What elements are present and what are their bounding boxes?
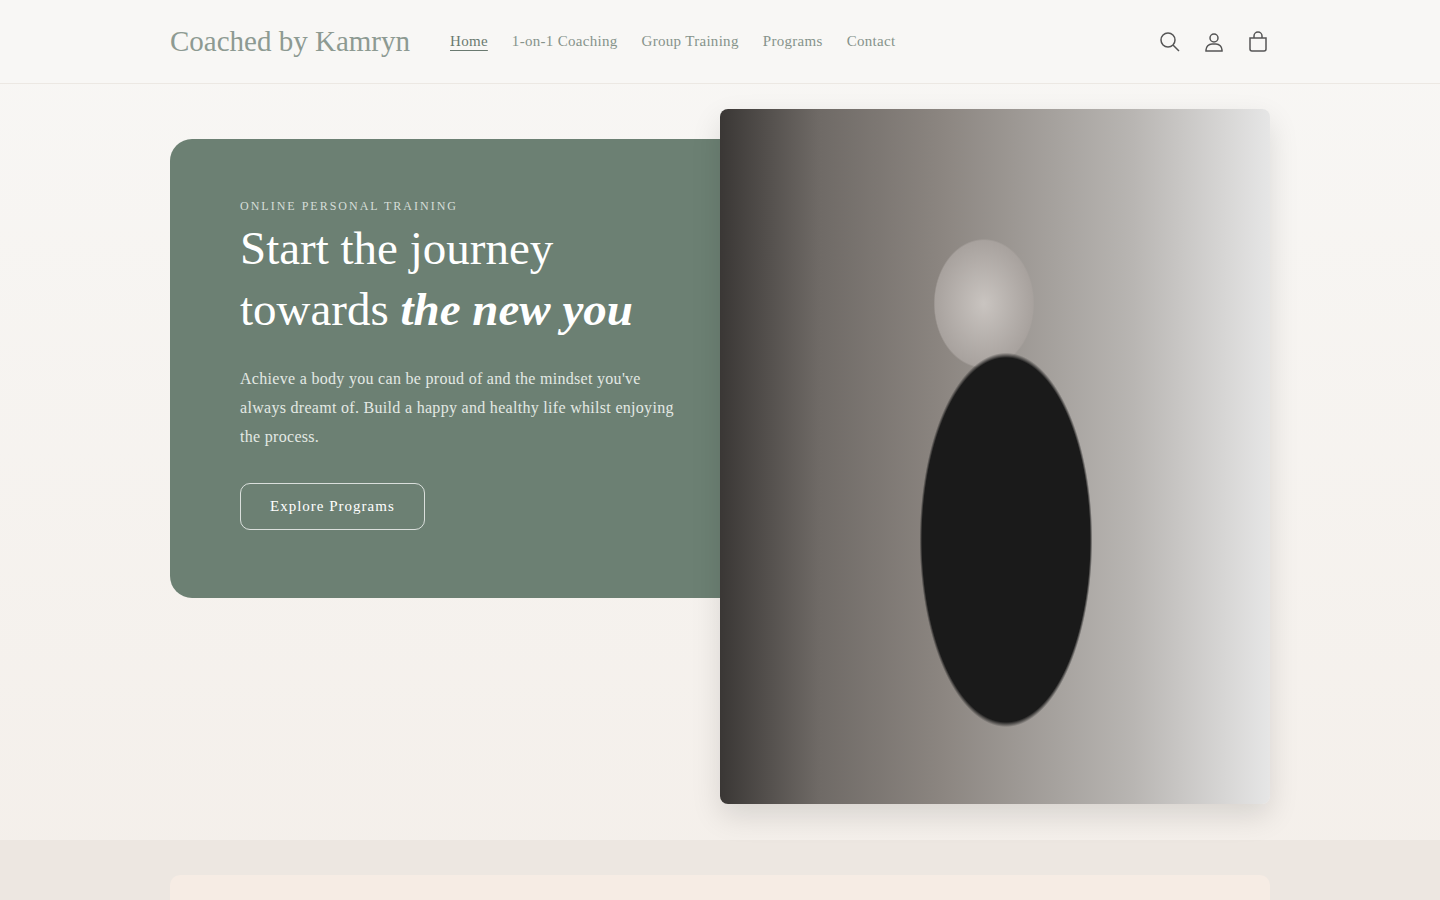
nav-link[interactable]: 1-on-1 Coaching — [512, 33, 618, 50]
hero-title-emphasis: the new you — [401, 283, 633, 335]
hero-card: ONLINE PERSONAL TRAINING Start the journe… — [170, 139, 760, 598]
next-section — [0, 840, 1440, 900]
site-header: Coached by Kamryn Home 1-on-1 Coaching Grou… — [0, 0, 1440, 84]
hero-title: Start the journey towards the new you — [240, 218, 690, 340]
main-nav: Home 1-on-1 Coaching Group Training Program… — [450, 33, 1158, 50]
site-logo[interactable]: Coached by Kamryn — [170, 25, 410, 58]
nav-link[interactable]: Group Training — [642, 33, 739, 50]
hero-eyebrow: ONLINE PERSONAL TRAINING — [240, 199, 690, 214]
nav-link[interactable]: Home — [450, 33, 488, 50]
next-card — [170, 875, 1270, 900]
search-icon[interactable] — [1158, 30, 1182, 54]
header-icons — [1158, 30, 1270, 54]
nav-link[interactable]: Contact — [847, 33, 896, 50]
hero-body: Achieve a body you can be proud of and t… — [240, 364, 690, 451]
nav-link[interactable]: Programs — [763, 33, 823, 50]
cart-icon[interactable] — [1246, 30, 1270, 54]
explore-button[interactable]: Explore Programs — [240, 483, 425, 530]
hero-section: ONLINE PERSONAL TRAINING Start the journe… — [0, 84, 1440, 840]
hero-photo — [720, 109, 1270, 804]
account-icon[interactable] — [1202, 30, 1226, 54]
